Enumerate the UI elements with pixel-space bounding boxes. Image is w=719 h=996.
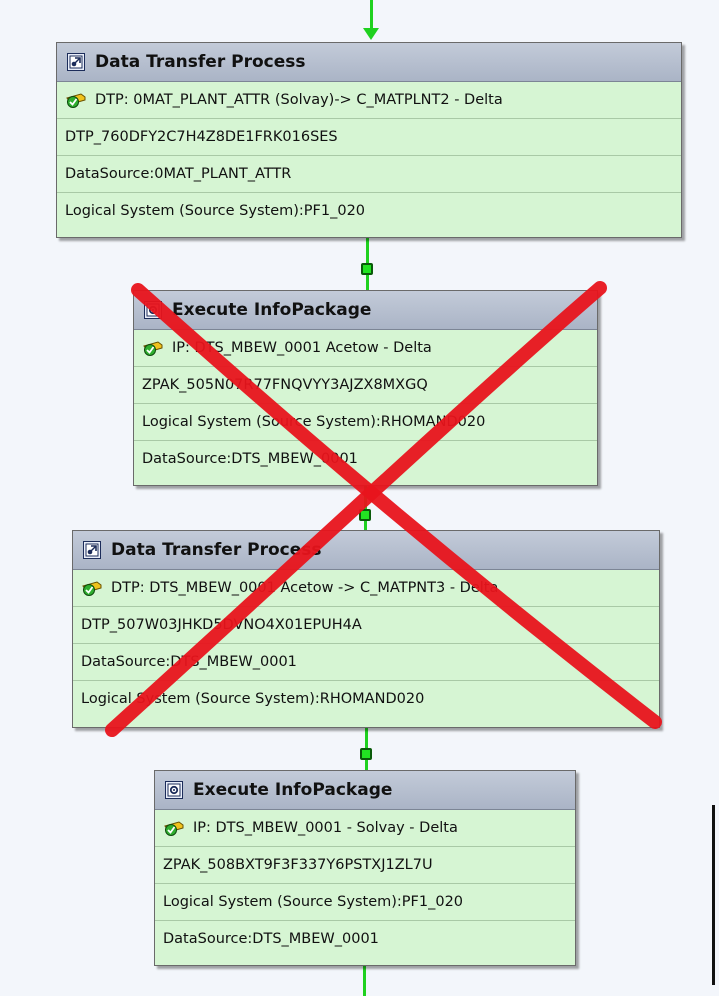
infopackage-icon [144,301,162,319]
box-row: DTP_760DFY2C7H4Z8DE1FRK016SES [57,119,681,156]
box-row-title: DTP: DTS_MBEW_0001 Acetow -> C_MATPNT3 -… [73,570,659,607]
box-row: Logical System (Source System):PF1_020 [65,203,366,219]
box-row: ZPAK_505N07R77FNQVYY3AJZX8MXGQ [134,367,597,404]
connector-node-1[interactable] [361,263,373,275]
box-title: Execute InfoPackage [193,780,393,800]
process-box-infopackage-1[interactable]: Execute InfoPackage IP: DTS_MBEW_0001 Ac… [133,290,598,486]
box-row-text: IP: DTS_MBEW_0001 - Solvay - Delta [193,820,458,836]
window-edge-line [712,805,715,985]
connector-node-2[interactable] [359,509,371,521]
arrow-head-top [363,28,379,40]
process-chain-canvas: Data Transfer Process DTP: 0MAT_PLANT_AT… [0,0,719,996]
box-row: DTP_507W03JHKD5DVNO4X01EPUH4A [73,607,659,644]
check-process-icon [163,819,185,837]
box-row: Logical System (Source System):RHOMAND02… [134,404,597,441]
connector-2-3 [364,486,367,530]
connector-top [370,0,373,30]
box-row: Logical System (Source System):RHOMAND02… [81,691,425,707]
box-row-text: DTP: 0MAT_PLANT_ATTR (Solvay)-> C_MATPLN… [95,92,503,108]
box-row-title: IP: DTS_MBEW_0001 Acetow - Delta [134,330,597,367]
dtp-icon [67,53,85,71]
box-row: DataSource:DTS_MBEW_0001 [73,644,659,681]
box-header: Execute InfoPackage [134,291,597,330]
box-header: Data Transfer Process [73,531,659,570]
box-row-title: IP: DTS_MBEW_0001 - Solvay - Delta [155,810,575,847]
box-row-text: IP: DTS_MBEW_0001 Acetow - Delta [172,340,432,356]
process-box-dtp-2[interactable]: Data Transfer Process DTP: DTS_MBEW_0001… [72,530,660,728]
box-title: Execute InfoPackage [172,300,372,320]
box-row: DataSource:0MAT_PLANT_ATTR [57,156,681,193]
infopackage-icon [165,781,183,799]
box-header: Execute InfoPackage [155,771,575,810]
box-row-text: DTP: DTS_MBEW_0001 Acetow -> C_MATPNT3 -… [111,580,499,596]
box-title: Data Transfer Process [111,540,322,560]
box-row-title: DTP: 0MAT_PLANT_ATTR (Solvay)-> C_MATPLN… [57,82,681,119]
process-box-dtp-1[interactable]: Data Transfer Process DTP: 0MAT_PLANT_AT… [56,42,682,238]
connector-bottom [363,965,366,996]
connector-node-3[interactable] [360,748,372,760]
check-process-icon [81,579,103,597]
process-box-infopackage-2[interactable]: Execute InfoPackage IP: DTS_MBEW_0001 - … [154,770,576,966]
box-row: DataSource:DTS_MBEW_0001 [163,931,379,947]
dtp-icon [83,541,101,559]
box-title: Data Transfer Process [95,52,306,72]
check-process-icon [65,91,87,109]
box-row: DataSource:DTS_MBEW_0001 [142,451,358,467]
box-row: ZPAK_508BXT9F3F337Y6PSTXJ1ZL7U [155,847,575,884]
box-header: Data Transfer Process [57,43,681,82]
check-process-icon [142,339,164,357]
box-row: Logical System (Source System):PF1_020 [155,884,575,921]
